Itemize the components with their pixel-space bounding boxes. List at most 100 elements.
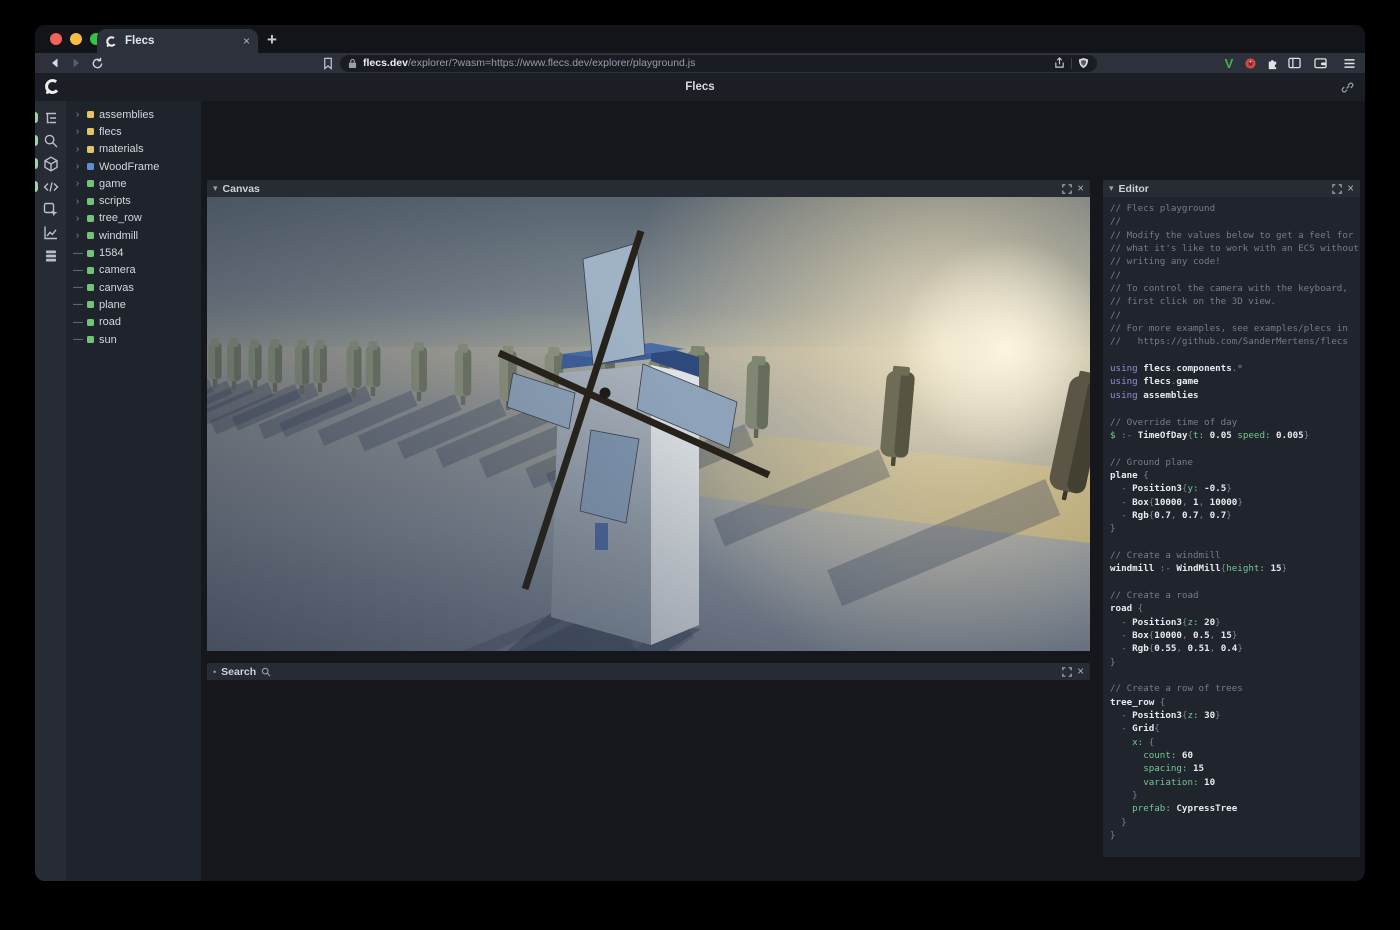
back-button[interactable]: [47, 55, 63, 71]
fullscreen-icon[interactable]: [1332, 184, 1342, 194]
minimize-window-button[interactable]: [70, 33, 82, 45]
entity-color-square: [87, 319, 94, 326]
tree-item-1584[interactable]: —1584: [66, 244, 201, 261]
outline-icon: [43, 110, 59, 126]
entity-color-square: [87, 250, 94, 257]
code-line: // Flecs playground: [1110, 202, 1360, 215]
back-icon: [49, 57, 61, 69]
code-line: - Position3{z: 20}: [1110, 616, 1360, 629]
code-line: spacing: 15: [1110, 762, 1360, 775]
fullscreen-icon[interactable]: [1062, 667, 1072, 677]
3d-canvas[interactable]: [207, 197, 1090, 651]
expand-chevron-icon[interactable]: ›: [73, 178, 82, 189]
close-panel-icon[interactable]: ×: [1077, 667, 1084, 677]
expand-chevron-icon[interactable]: ›: [73, 230, 82, 241]
extensions-button[interactable]: [1263, 54, 1281, 72]
expand-chevron-icon[interactable]: ›: [73, 126, 82, 137]
tree-item-game[interactable]: ›game: [66, 175, 201, 192]
tool-search-button[interactable]: [35, 129, 66, 152]
canvas-panel-header[interactable]: ▾ Canvas ×: [207, 180, 1090, 197]
tool-cube-button[interactable]: [35, 152, 66, 175]
entity-color-square: [87, 301, 94, 308]
fullscreen-icon[interactable]: [1062, 184, 1072, 194]
expand-chevron-icon[interactable]: ›: [73, 213, 82, 224]
tree-item-tree_row[interactable]: ›tree_row: [66, 210, 201, 227]
collapse-caret-icon[interactable]: ▾: [1109, 183, 1114, 194]
inspect-icon: [43, 202, 59, 218]
collapsed-dot-icon[interactable]: •: [213, 667, 216, 677]
tree-item-road[interactable]: —road: [66, 314, 201, 331]
rows-icon: [43, 248, 59, 264]
flecs-favicon: [105, 35, 118, 48]
tool-inspect-button[interactable]: [35, 198, 66, 221]
code-line: tree_row {: [1110, 696, 1360, 709]
entity-label: scripts: [99, 195, 131, 207]
collapse-caret-icon[interactable]: ▾: [213, 183, 218, 194]
menu-button[interactable]: [1340, 54, 1358, 72]
tree-item-flecs[interactable]: ›flecs: [66, 123, 201, 140]
code-line: $ :- TimeOfDay{t: 0.05 speed: 0.005}: [1110, 429, 1360, 442]
tree-item-WoodFrame[interactable]: › WoodFrame: [66, 158, 201, 175]
expand-chevron-icon[interactable]: ›: [73, 109, 82, 120]
browser-tab[interactable]: Flecs ×: [97, 29, 258, 53]
bookmark-icon: [322, 57, 334, 70]
close-panel-icon[interactable]: ×: [1347, 184, 1354, 194]
entity-label: WoodFrame: [99, 161, 159, 173]
tab-close-icon[interactable]: ×: [243, 34, 250, 48]
code-line: // what it's like to work with an ECS wi…: [1110, 242, 1360, 255]
tree-item-sun[interactable]: —sun: [66, 331, 201, 348]
editor-panel-title: Editor: [1119, 183, 1149, 195]
share-link-icon[interactable]: [1341, 81, 1354, 94]
expand-chevron-icon[interactable]: ›: [73, 161, 82, 172]
tool-rows-button[interactable]: [35, 244, 66, 267]
close-panel-icon[interactable]: ×: [1077, 184, 1084, 194]
entity-tree-panel: ›assemblies›flecs›materials›WoodFrame›ga…: [66, 101, 201, 881]
tab-title: Flecs: [125, 35, 236, 47]
reload-button[interactable]: [89, 55, 105, 71]
code-line: count: 60: [1110, 749, 1360, 762]
code-line: [1110, 349, 1360, 362]
url-path: /explorer/?wasm=https://www.flecs.dev/ex…: [408, 57, 695, 69]
tree-item-windmill[interactable]: ›windmill: [66, 227, 201, 244]
code-line: - Rgb{0.55, 0.51, 0.4}: [1110, 642, 1360, 655]
extension-recorder-button[interactable]: [1241, 54, 1259, 72]
new-tab-button[interactable]: +: [267, 28, 277, 52]
tool-code-button[interactable]: [35, 175, 66, 198]
tree-item-plane[interactable]: —plane: [66, 296, 201, 313]
v-extension-icon: V: [1225, 56, 1234, 71]
share-icon[interactable]: [1054, 57, 1065, 69]
entity-color-square: [87, 215, 94, 222]
bookmarks-button[interactable]: [320, 55, 336, 71]
code-line: - Position3{z: 30}: [1110, 709, 1360, 722]
forward-button[interactable]: [68, 55, 84, 71]
expand-chevron-icon[interactable]: ›: [73, 196, 82, 207]
shield-icon[interactable]: [1078, 57, 1089, 69]
tool-strip: [35, 101, 66, 881]
tree-item-camera[interactable]: —camera: [66, 262, 201, 279]
active-indicator: [35, 112, 38, 123]
leaf-dash-icon: —: [73, 334, 82, 345]
code-line: using assemblies: [1110, 389, 1360, 402]
tree-item-canvas[interactable]: —canvas: [66, 279, 201, 296]
close-window-button[interactable]: [50, 33, 62, 45]
tree-item-scripts[interactable]: › scripts: [66, 192, 201, 209]
code-line: // Ground plane: [1110, 456, 1360, 469]
code-line: }: [1110, 829, 1360, 842]
search-icon: [261, 667, 271, 677]
tool-chart-button[interactable]: [35, 221, 66, 244]
tree-item-materials[interactable]: ›materials: [66, 141, 201, 158]
editor-panel-header[interactable]: ▾ Editor ×: [1103, 180, 1360, 197]
entity-color-square: [87, 284, 94, 291]
search-panel-header[interactable]: • Search ×: [207, 663, 1090, 680]
expand-chevron-icon[interactable]: ›: [73, 144, 82, 155]
sidebar-toggle-button[interactable]: [1285, 54, 1303, 72]
tree-item-assemblies[interactable]: ›assemblies: [66, 106, 201, 123]
entity-color-square: [87, 180, 94, 187]
extension-v-button[interactable]: V: [1220, 54, 1238, 72]
tool-outline-button[interactable]: [35, 106, 66, 129]
url-bar[interactable]: flecs.dev/explorer/?wasm=https://www.fle…: [340, 55, 1097, 72]
wallet-button[interactable]: [1311, 54, 1329, 72]
code-line: // Create a road: [1110, 589, 1360, 602]
chart-icon: [43, 225, 59, 241]
code-editor[interactable]: // Flecs playground//// Modify the value…: [1103, 197, 1360, 857]
